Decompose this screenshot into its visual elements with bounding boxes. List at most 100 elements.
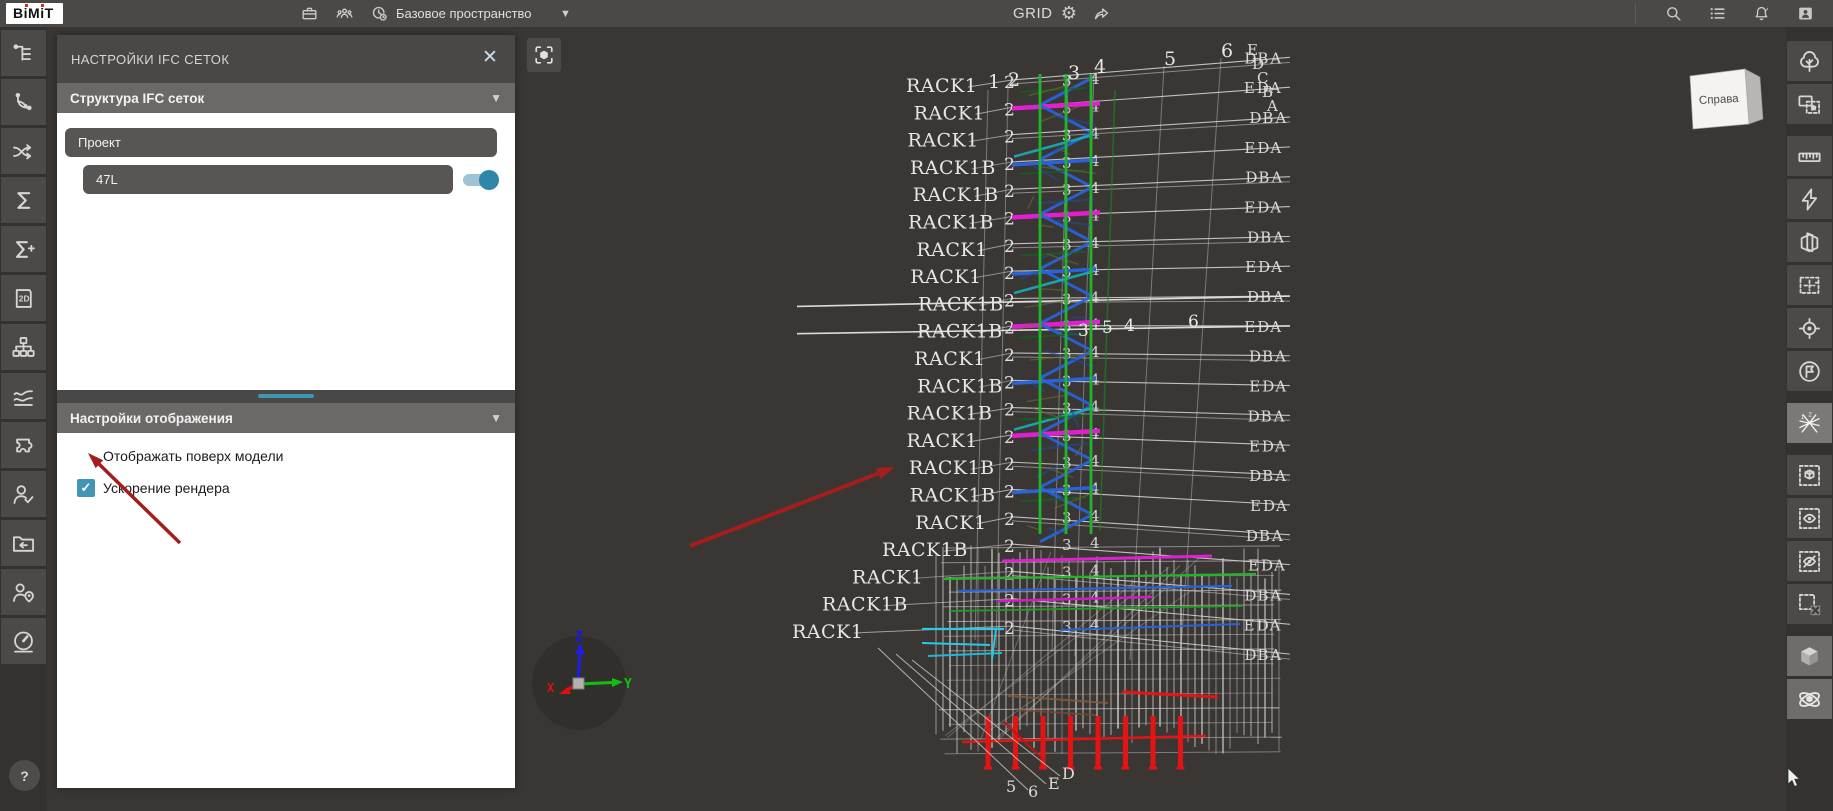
svg-text:D: D [1262, 378, 1275, 396]
floorplan-icon [1799, 276, 1820, 294]
flag-marker-button[interactable] [1787, 351, 1832, 391]
team-icon[interactable] [333, 3, 355, 25]
plugins-icon [16, 438, 33, 452]
isolate-selection-button[interactable] [1787, 455, 1832, 495]
fit-to-screen-button[interactable] [527, 38, 561, 72]
section-display-label: Настройки отображения [70, 410, 233, 426]
structure-tree-button[interactable] [1, 30, 46, 76]
gizmo-x-label: X [547, 681, 555, 695]
svg-text:D: D [1257, 318, 1270, 336]
svg-text:D: D [1262, 437, 1275, 455]
section-display-header[interactable]: Настройки отображения ▼ [57, 403, 515, 433]
workspace-caret-icon[interactable]: ▼ [560, 8, 571, 20]
floorplan-button[interactable] [1787, 265, 1832, 305]
user-location-button[interactable] [1, 569, 46, 615]
grid-visibility-toggle[interactable] [463, 169, 499, 190]
svg-text:1: 1 [988, 71, 1001, 93]
svg-text:A: A [1273, 407, 1285, 425]
close-icon[interactable]: ✕ [479, 48, 501, 70]
svg-text:2: 2 [1004, 401, 1015, 421]
svg-text:B: B [1261, 407, 1273, 425]
projects-briefcase-icon[interactable] [298, 3, 320, 25]
svg-text:RACK1B: RACK1B [910, 485, 996, 507]
svg-text:B: B [1259, 527, 1271, 545]
svg-text:E: E [1249, 378, 1260, 396]
svg-text:A: A [1269, 318, 1281, 336]
folder-transfer-button[interactable] [1, 520, 46, 566]
notifications-bell-icon[interactable] [1750, 3, 1772, 25]
svg-text:RACK1B: RACK1B [910, 157, 996, 179]
svg-text:RACK1B: RACK1B [913, 184, 999, 206]
svg-text:B: B [1260, 288, 1272, 306]
section-structure-header[interactable]: Структура IFC сеток ▼ [57, 83, 515, 113]
charts-button[interactable] [1, 373, 46, 419]
account-badge-icon[interactable] [1794, 3, 1816, 25]
orbit-mode-button[interactable] [1787, 679, 1832, 719]
svg-text:D: D [1257, 139, 1270, 157]
svg-text:RACK1B: RACK1B [822, 594, 908, 616]
svg-text:4: 4 [1090, 534, 1100, 552]
object-selection-button[interactable] [1787, 84, 1832, 124]
gizmo-y-label: Y [624, 677, 632, 692]
settings-gear-icon[interactable]: ⚙ [1058, 3, 1080, 25]
sum-add-button[interactable] [1, 226, 46, 272]
list-menu-icon[interactable] [1706, 3, 1728, 25]
relations-button[interactable] [1, 79, 46, 125]
svg-text:A: A [1269, 199, 1281, 217]
environment-tree-button[interactable] [1787, 41, 1832, 81]
ifc-grids-button[interactable]: 12 [1787, 403, 1832, 443]
svg-text:A: A [1269, 586, 1281, 604]
locate-target-button[interactable] [1787, 308, 1832, 348]
svg-text:E: E [1244, 139, 1255, 157]
flash-render-button[interactable] [1787, 179, 1832, 219]
connections-button[interactable] [1, 128, 46, 174]
svg-text:6: 6 [1221, 40, 1234, 62]
view-cube[interactable]: Справа [1683, 60, 1778, 145]
application-window: BiMiT Базовое пространство ▼ GRID ⚙ 2D 1… [0, 0, 1833, 811]
app-logo[interactable]: BiMiT [6, 3, 63, 24]
tree-item-project[interactable]: Проект [65, 128, 497, 157]
dashboard-gauge-button[interactable] [1, 618, 46, 664]
workspace-selector[interactable]: Базовое пространство [396, 6, 532, 21]
sum-button[interactable] [1, 177, 46, 223]
hierarchy-button[interactable] [1, 324, 46, 370]
svg-text:2: 2 [1004, 455, 1015, 475]
svg-text:B: B [1258, 169, 1270, 187]
render-accel-checkbox[interactable]: ✓ [77, 479, 95, 497]
option-row-overlay: Отображать поверх модели [77, 447, 515, 465]
axis-gizmo[interactable]: Z Y X [523, 628, 635, 740]
environment-tree-icon [1800, 50, 1819, 72]
help-button[interactable]: ? [9, 760, 40, 791]
plugins-button[interactable] [1, 422, 46, 468]
shaded-view-button[interactable] [1787, 636, 1832, 676]
tree-item-grid-47l[interactable]: 47L [83, 165, 453, 194]
search-icon[interactable] [1662, 3, 1684, 25]
section-box-button[interactable] [1787, 222, 1832, 262]
svg-text:RACK1: RACK1 [906, 75, 977, 97]
svg-text:5: 5 [1006, 777, 1017, 796]
show-selection-button[interactable] [1787, 498, 1832, 538]
svg-text:A: A [1270, 258, 1282, 276]
user-check-button[interactable] [1, 471, 46, 517]
time-badge-icon[interactable] [368, 3, 390, 25]
clear-selection-button[interactable] [1787, 584, 1832, 624]
svg-text:RACK1: RACK1 [915, 512, 986, 534]
viewport-3d-canvas[interactable]: RACK1234DBARACK1234EDARACK1234DBARACK1B2… [515, 27, 1786, 811]
sheet-2d-button[interactable]: 2D [1, 275, 46, 321]
svg-text:RACK1: RACK1 [914, 348, 985, 370]
chevron-down-icon: ▼ [490, 411, 502, 425]
svg-text:RACK1: RACK1 [910, 266, 981, 288]
panel-splitter[interactable] [57, 390, 515, 403]
svg-text:E: E [1244, 318, 1255, 336]
section-structure-label: Структура IFC сеток [70, 90, 205, 106]
svg-text:D: D [1247, 288, 1260, 306]
hide-selection-button[interactable] [1787, 541, 1832, 581]
render-accel-option-label: Ускорение рендера [103, 480, 230, 496]
svg-text:D: D [1249, 467, 1262, 485]
flash-render-icon [1801, 187, 1818, 211]
sum-add-icon [16, 240, 35, 258]
ruler-measure-button[interactable] [1787, 136, 1832, 176]
share-icon[interactable] [1090, 3, 1112, 25]
ifc-grids-icon: 12 [1799, 411, 1820, 433]
tree-item-project-label: Проект [78, 135, 121, 150]
